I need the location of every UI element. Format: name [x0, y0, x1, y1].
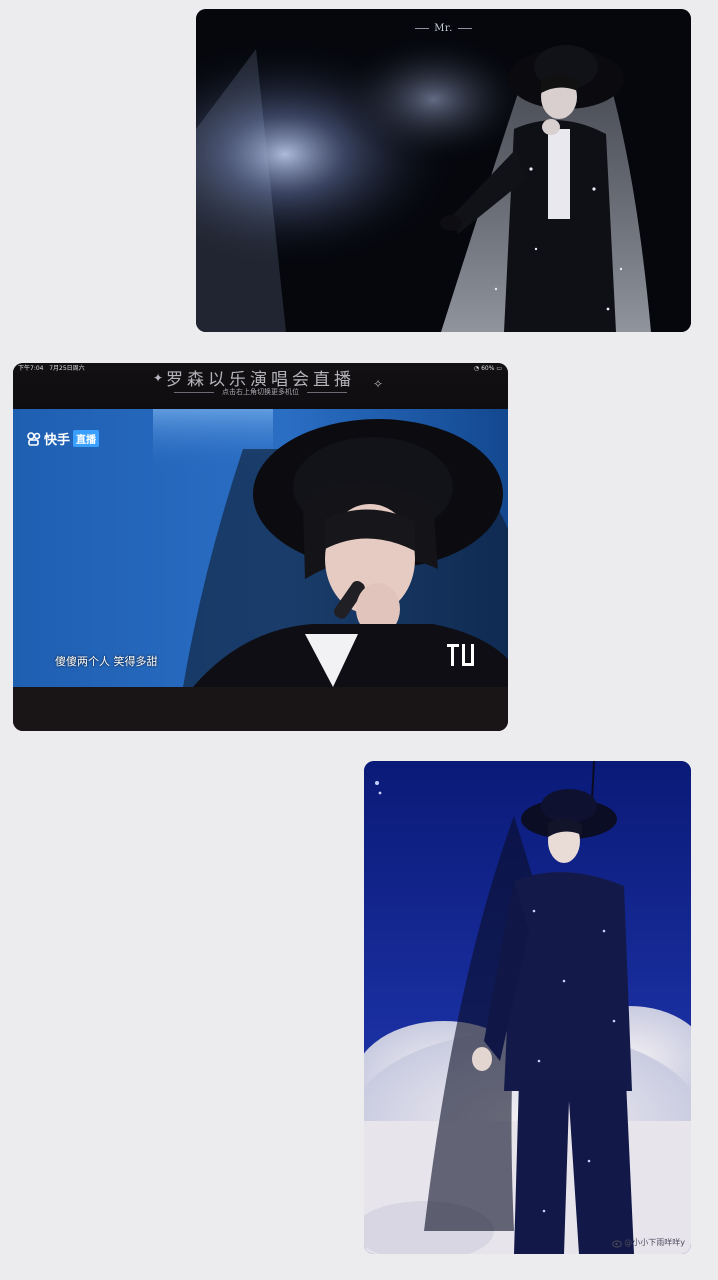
- kuaishou-brand: 快手 直播: [27, 429, 100, 448]
- video-still: [13, 409, 508, 687]
- video-frame[interactable]: 快手 直播 傻傻两个人 笑得多甜: [13, 409, 508, 687]
- bottom-strip: [13, 687, 508, 731]
- weibo-icon: [612, 1240, 623, 1247]
- brand-name: 快手: [44, 433, 71, 448]
- wifi-icon: ◔: [473, 365, 480, 372]
- credit-text: @小小下雨咩咩y: [624, 1238, 685, 1247]
- status-time: 下午7:04: [18, 365, 44, 372]
- status-date: 7月25日周六: [49, 365, 85, 372]
- battery-level: 60%: [481, 365, 495, 372]
- photo-credit: @小小下雨咩咩y: [612, 1237, 685, 1248]
- photo-3-image: [364, 761, 691, 1254]
- photo-stage-dark[interactable]: Mr.: [196, 9, 691, 332]
- banner-subtitle: 点击右上角切换更多机位: [13, 387, 508, 397]
- photo-watermark: Mr.: [196, 23, 691, 34]
- star-icon: ✧: [373, 377, 384, 391]
- live-badge: 直播: [73, 430, 100, 447]
- status-bar: 下午7:04 7月25日周六 ◔ 60% ▭: [13, 363, 508, 374]
- battery-icon: ▭: [496, 365, 502, 372]
- photo-stage-blue[interactable]: @小小下雨咩咩y: [364, 761, 691, 1254]
- lyric-subtitle: 傻傻两个人 笑得多甜: [55, 655, 158, 668]
- photo-1-image: [196, 9, 691, 332]
- kuaishou-logo-icon: [27, 431, 41, 446]
- channel-logo-icon: [447, 644, 474, 666]
- photo-livestream-screenshot[interactable]: 罗森以乐演唱会直播 点击右上角切换更多机位 ✦ ✧ 下午7:04 7月25日周六…: [13, 363, 508, 731]
